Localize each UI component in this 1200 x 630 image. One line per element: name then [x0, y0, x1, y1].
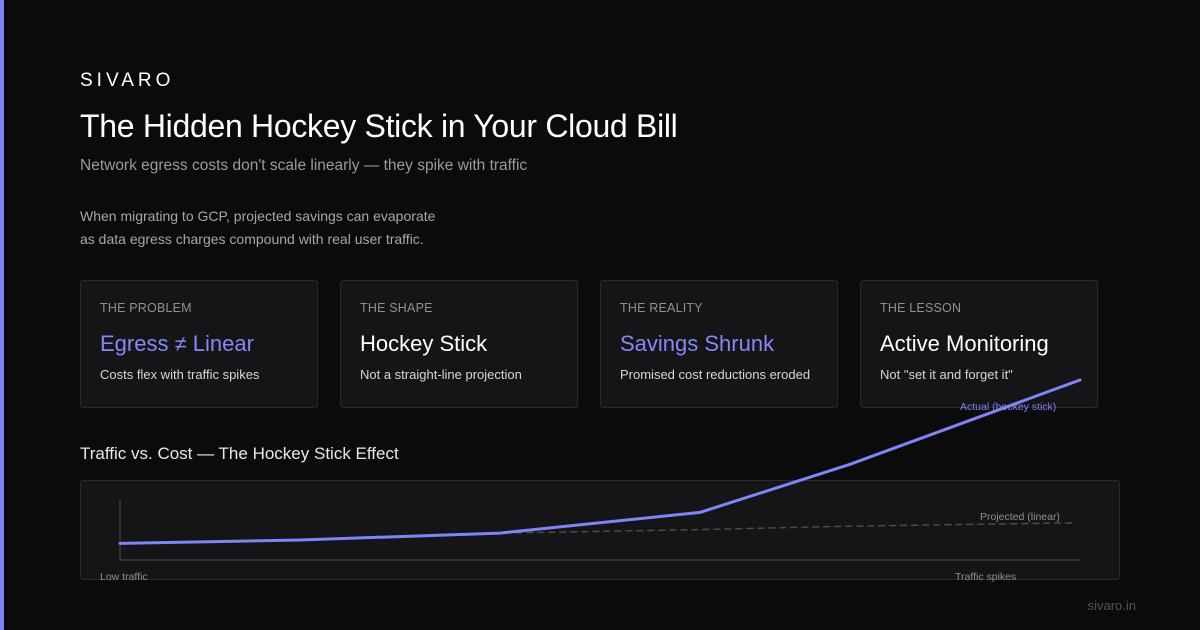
brand-logo: SIVARO	[80, 70, 175, 91]
intro-line: as data egress charges compound with rea…	[80, 230, 424, 247]
page-subtitle: Network egress costs don't scale linearl…	[80, 157, 528, 174]
card-description: Not "set it and forget it"	[880, 367, 1013, 382]
card-problem: THE PROBLEM Egress ≠ Linear Costs flex w…	[80, 280, 318, 408]
card-value: Active Monitoring	[880, 331, 1049, 356]
intro-text: When migrating to GCP, projected savings…	[80, 205, 500, 250]
card-description: Not a straight-line projection	[360, 367, 522, 382]
card-shape: THE SHAPE Hockey Stick Not a straight-li…	[340, 280, 578, 408]
card-label: THE PROBLEM	[100, 301, 192, 315]
card-value: Savings Shrunk	[620, 331, 775, 356]
card-label: THE SHAPE	[360, 301, 433, 315]
footer-url: sivaro.in	[1087, 598, 1136, 613]
card-reality: THE REALITY Savings Shrunk Promised cost…	[600, 280, 838, 408]
chart-panel	[80, 480, 1120, 580]
card-label: THE LESSON	[880, 301, 962, 315]
chart-title: Traffic vs. Cost — The Hockey Stick Effe…	[80, 444, 399, 463]
card-value: Hockey Stick	[360, 331, 488, 356]
intro-line: When migrating to GCP, projected savings…	[80, 208, 436, 224]
card-description: Costs flex with traffic spikes	[100, 367, 260, 382]
card-lesson: THE LESSON Active Monitoring Not "set it…	[860, 280, 1098, 408]
card-label: THE REALITY	[620, 301, 703, 315]
card-value: Egress ≠ Linear	[100, 331, 254, 356]
accent-bar	[0, 0, 4, 630]
page-title: The Hidden Hockey Stick in Your Cloud Bi…	[80, 108, 678, 144]
card-description: Promised cost reductions eroded	[620, 367, 811, 382]
